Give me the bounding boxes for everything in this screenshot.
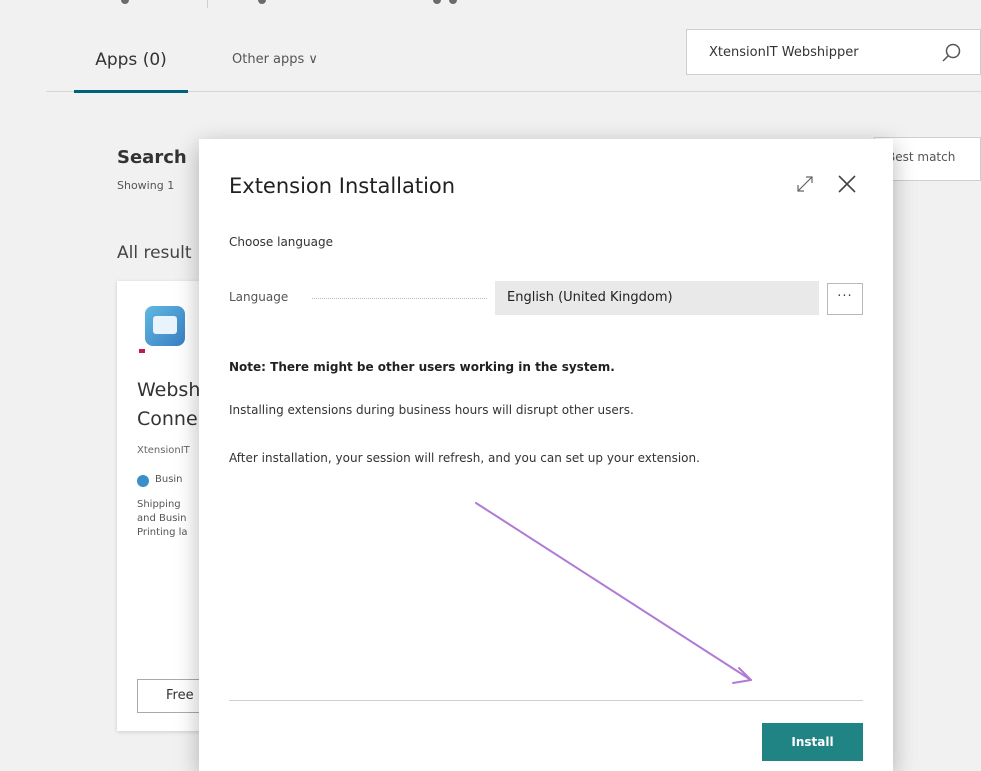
tab-apps[interactable]: Apps (0)	[74, 27, 188, 93]
app-description-line: Printing la	[137, 527, 188, 538]
warning-note: Note: There might be other users working…	[229, 360, 615, 374]
tab-bar: Apps (0) Other apps ∨	[46, 27, 981, 93]
language-field-label: Language	[229, 290, 289, 304]
tab-other-apps[interactable]: Other apps ∨	[232, 27, 318, 92]
app-icon	[145, 306, 185, 346]
expand-icon[interactable]	[795, 174, 815, 194]
flag-icon	[139, 349, 145, 353]
app-title-line2: Conne	[137, 408, 198, 430]
top-strip-divider	[207, 0, 208, 8]
search-heading: Search	[117, 147, 187, 168]
top-strip-mark	[258, 0, 266, 4]
app-description-line: and Busin	[137, 513, 187, 524]
search-box	[686, 29, 981, 75]
top-strip-mark	[433, 0, 441, 4]
sort-label: Best match	[887, 150, 956, 164]
dialog-title: Extension Installation	[229, 174, 456, 198]
app-title-line1: Websh	[137, 379, 201, 401]
search-icon[interactable]	[940, 42, 962, 64]
top-strip	[0, 0, 981, 8]
tab-apps-label: Apps (0)	[95, 49, 167, 70]
choose-language-label: Choose language	[229, 235, 333, 249]
app-publisher: XtensionIT	[137, 445, 190, 456]
all-results-heading: All result	[117, 243, 192, 263]
globe-icon	[137, 475, 149, 487]
page: Apps (0) Other apps ∨ Search Showing 1 A…	[0, 0, 981, 771]
language-field[interactable]: English (United Kingdom)	[495, 281, 819, 315]
top-strip-mark	[449, 0, 457, 4]
info-paragraph-business-hours: Installing extensions during business ho…	[229, 403, 634, 417]
close-icon[interactable]	[835, 172, 859, 196]
app-description-line: Shipping	[137, 499, 181, 510]
top-strip-mark	[121, 0, 129, 4]
search-input[interactable]	[709, 44, 939, 60]
field-leader-dots	[312, 298, 487, 299]
extension-installation-dialog: Extension Installation Choose language L…	[199, 139, 893, 771]
footer-divider	[229, 700, 863, 701]
app-category: Busin	[155, 474, 183, 485]
language-lookup-button[interactable]: ···	[827, 283, 863, 315]
app-card[interactable]: Websh Conne XtensionIT Busin Shipping an…	[117, 281, 227, 731]
tab-other-apps-label: Other apps ∨	[232, 52, 318, 67]
tab-active-underline	[74, 90, 188, 93]
app-description: Shipping and Busin Printing la	[137, 498, 207, 540]
showing-text: Showing 1	[117, 179, 175, 192]
info-paragraph-session-refresh: After installation, your session will re…	[229, 451, 700, 465]
install-button[interactable]: Install	[762, 723, 863, 761]
